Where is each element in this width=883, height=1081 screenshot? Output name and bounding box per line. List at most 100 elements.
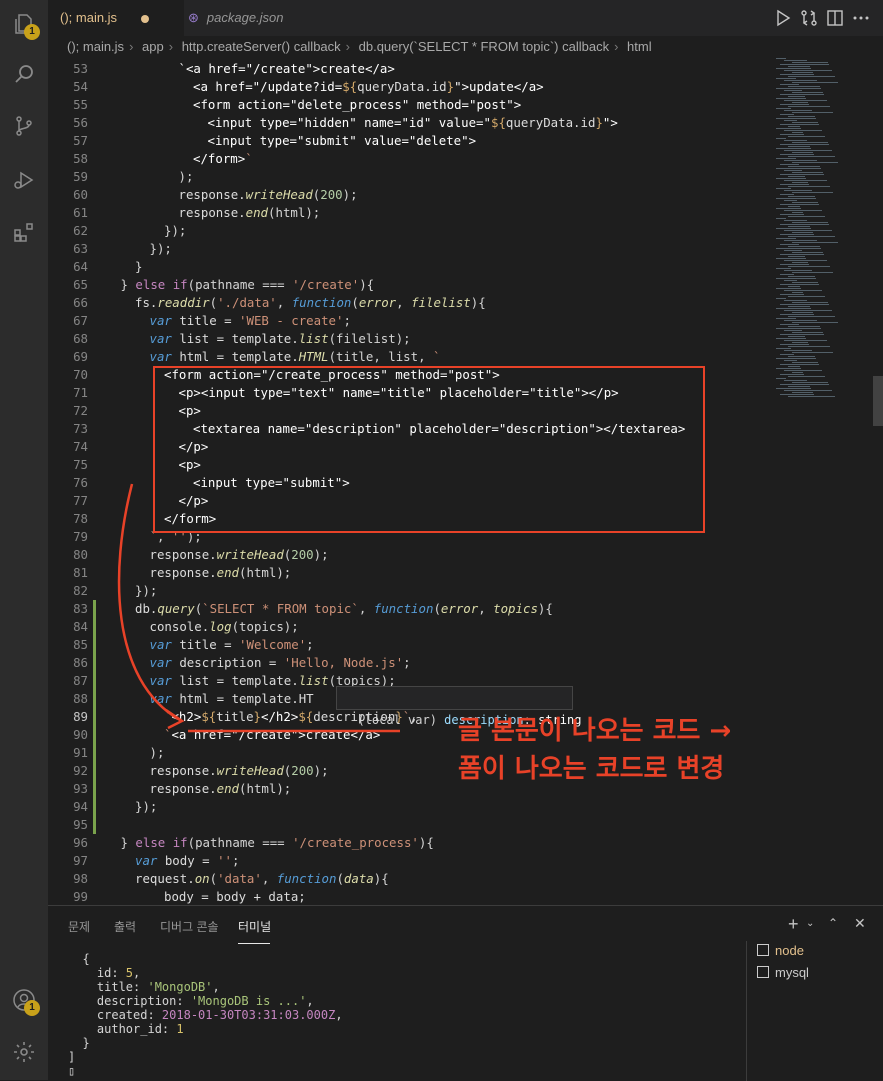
code-line[interactable]: 64} bbox=[48, 258, 770, 276]
breadcrumb-file[interactable]: (); main.js bbox=[66, 39, 125, 54]
minimap-line bbox=[776, 278, 816, 279]
minimap-line bbox=[780, 384, 829, 385]
breadcrumb-create-server[interactable]: http.createServer() callback bbox=[181, 39, 342, 54]
minimap-line bbox=[788, 366, 800, 367]
code-line[interactable]: 62}); bbox=[48, 222, 770, 240]
code-token: (title, list, bbox=[328, 349, 433, 364]
tab-package-json[interactable]: ⊛ package.json bbox=[176, 0, 296, 36]
line-number: 77 bbox=[73, 493, 88, 508]
code-line[interactable]: 97 var body = ''; bbox=[48, 852, 770, 870]
code-text: <input type="submit" value="delete"> bbox=[208, 132, 477, 150]
minimap-line bbox=[792, 272, 833, 273]
minimap-line bbox=[780, 124, 819, 125]
code-token: body = body + data; bbox=[164, 889, 306, 904]
minimap-line bbox=[784, 280, 797, 281]
minimap-line bbox=[780, 244, 799, 245]
minimap-line bbox=[784, 330, 802, 331]
code-line[interactable]: 57 <input type="submit" value="delete"> bbox=[48, 132, 770, 150]
line-number: 76 bbox=[73, 475, 88, 490]
minimap-line bbox=[776, 218, 786, 219]
hover-tooltip: (local var) description: string bbox=[336, 686, 581, 727]
tab-terminal[interactable]: 터미널 bbox=[238, 918, 271, 935]
code-line[interactable]: 59); bbox=[48, 168, 770, 186]
breadcrumb-html[interactable]: html bbox=[626, 39, 653, 54]
code-line[interactable]: 53 `<a href="/create">create</a> bbox=[48, 60, 770, 78]
minimap-line bbox=[776, 288, 801, 289]
line-number: 83 bbox=[73, 601, 88, 616]
code-line[interactable]: 60 response.writeHead(200); bbox=[48, 186, 770, 204]
line-number: 74 bbox=[73, 439, 88, 454]
minimap-line bbox=[792, 92, 823, 93]
annotation-text: 글 본문이 나오는 코드 → 폼이 나오는 코드로 변경 bbox=[458, 712, 788, 788]
code-line[interactable]: 98 request.on('data', function(data){ bbox=[48, 870, 770, 888]
terminal-token: 5 bbox=[125, 966, 134, 980]
code-line[interactable]: 68 var list = template.list(filelist); bbox=[48, 330, 770, 348]
minimap-line bbox=[780, 114, 794, 115]
extensions-icon[interactable] bbox=[12, 220, 36, 244]
line-number: 78 bbox=[73, 511, 88, 526]
minimap-line bbox=[784, 180, 827, 181]
breadcrumb-db-query[interactable]: db.query(`SELECT * FROM topic`) callback bbox=[358, 39, 610, 54]
minimap-line bbox=[788, 386, 810, 387]
split-editor-icon[interactable] bbox=[826, 9, 844, 27]
code-line[interactable]: 67 var title = 'WEB - create'; bbox=[48, 312, 770, 330]
code-token: ){ bbox=[359, 277, 375, 292]
chevron-down-icon[interactable]: ⌄ bbox=[806, 918, 814, 929]
minimap-line bbox=[788, 116, 815, 117]
code-line[interactable]: 69 var html = template.HTML(title, list, … bbox=[48, 348, 770, 366]
code-token: ( bbox=[351, 295, 359, 310]
settings-gear-icon[interactable] bbox=[12, 1040, 36, 1064]
minimap-line bbox=[780, 254, 824, 255]
run-debug-icon[interactable] bbox=[12, 168, 36, 192]
code-line[interactable]: 63}); bbox=[48, 240, 770, 258]
editor-scrollbar[interactable] bbox=[873, 376, 883, 426]
tab-main-js[interactable]: (); main.js bbox=[48, 0, 184, 36]
tab-problems[interactable]: 문제 bbox=[68, 918, 90, 935]
code-token: end bbox=[245, 205, 269, 220]
line-number: 57 bbox=[73, 133, 88, 148]
line-number: 87 bbox=[73, 673, 88, 688]
more-actions-icon[interactable] bbox=[852, 9, 870, 27]
line-number: 59 bbox=[73, 169, 88, 184]
code-line[interactable]: 96} else if(pathname === '/create_proces… bbox=[48, 834, 770, 852]
braces-icon: ⊛ bbox=[188, 10, 199, 25]
code-text: response.end(html); bbox=[150, 780, 292, 798]
terminal-token: id: bbox=[68, 966, 126, 980]
source-control-icon[interactable] bbox=[12, 114, 36, 138]
code-line[interactable]: 61 response.end(html); bbox=[48, 204, 770, 222]
minimap-line bbox=[776, 108, 791, 109]
close-icon[interactable]: ✕ bbox=[854, 915, 866, 932]
code-line[interactable]: 99 body = body + data; bbox=[48, 888, 770, 905]
compare-changes-icon[interactable] bbox=[800, 9, 818, 27]
minimap-line bbox=[780, 394, 814, 395]
breadcrumb-app[interactable]: app bbox=[141, 39, 165, 54]
code-line[interactable]: 55 <form action="delete_process" method="… bbox=[48, 96, 770, 114]
terminal-token: , bbox=[335, 1008, 343, 1022]
minimap-line bbox=[788, 356, 815, 357]
code-line[interactable]: 56 <input type="hidden" name="id" value="… bbox=[48, 114, 770, 132]
code-line[interactable]: 58 </form>` bbox=[48, 150, 770, 168]
run-icon[interactable] bbox=[774, 9, 792, 27]
tab-debug-console[interactable]: 디버그 콘솔 bbox=[160, 918, 219, 935]
minimap-line bbox=[788, 66, 810, 67]
tab-output[interactable]: 출력 bbox=[114, 918, 136, 935]
code-line[interactable]: 54 <a href="/update?id=${queryData.id}">u… bbox=[48, 78, 770, 96]
code-token: list bbox=[298, 331, 329, 346]
code-line[interactable]: 95 bbox=[48, 816, 770, 834]
minimap-line bbox=[780, 224, 829, 225]
minimap[interactable] bbox=[772, 58, 872, 418]
code-line[interactable]: 94}); bbox=[48, 798, 770, 816]
code-token: ">update</a> bbox=[454, 79, 544, 94]
terminal-item-node[interactable]: node bbox=[757, 941, 804, 961]
code-line[interactable]: 66 fs.readdir('./data', function(error, f… bbox=[48, 294, 770, 312]
chevron-up-icon[interactable]: ⌃ bbox=[828, 916, 838, 930]
code-line[interactable]: 65} else if(pathname === '/create'){ bbox=[48, 276, 770, 294]
minimap-line bbox=[788, 96, 805, 97]
minimap-line bbox=[788, 106, 830, 107]
search-icon[interactable] bbox=[12, 62, 36, 86]
minimap-line bbox=[780, 94, 824, 95]
line-number: 80 bbox=[73, 547, 88, 562]
code-token: on bbox=[194, 871, 210, 886]
terminal-item-mysql[interactable]: mysql bbox=[757, 963, 809, 983]
add-terminal-icon[interactable]: + bbox=[788, 914, 799, 935]
